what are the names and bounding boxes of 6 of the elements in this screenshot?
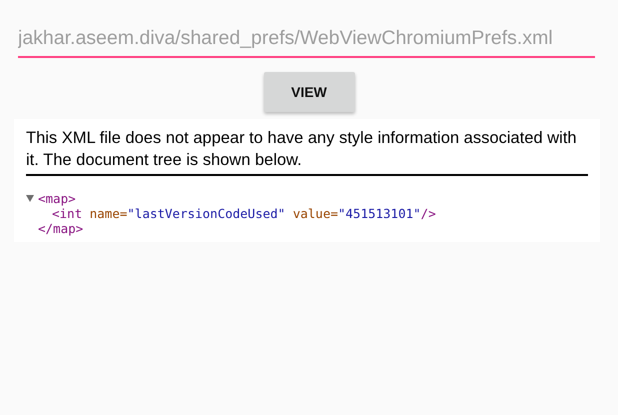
xml-style-notice: This XML file does not appear to have any style information associated with it. The document tree is shown below. [26,127,588,176]
xml-element-line: <int name="lastVersionCodeUsed" value="451513101"/> [51,206,437,222]
xml-open-tag: <map> [38,191,76,206]
collapse-triangle-icon[interactable] [26,195,35,202]
view-button[interactable]: VIEW [264,72,354,112]
xml-close-tag: </map> [26,221,588,236]
